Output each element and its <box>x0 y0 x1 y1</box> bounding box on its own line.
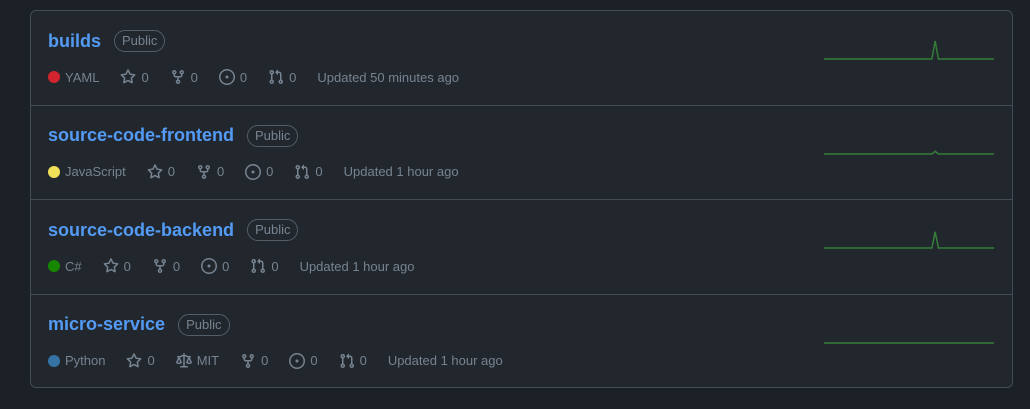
activity-sparkline-line <box>824 149 994 155</box>
activity-sparkline <box>824 40 994 60</box>
visibility-badge: Public <box>178 313 230 336</box>
repo-list-item: micro-service Public Python 0 MIT 0 0 0 … <box>31 295 1012 390</box>
visibility-badge: Public <box>114 30 166 52</box>
stars-count: 0 <box>167 164 175 179</box>
repo-name-link[interactable]: source-code-backend <box>48 220 234 241</box>
pull-requests-link[interactable]: 0 <box>294 164 323 180</box>
repo-meta-row: JavaScript 0 0 0 0 Updated 1 hour ago <box>48 162 480 182</box>
issue-opened-icon <box>289 352 306 369</box>
git-pull-request-icon <box>295 164 310 179</box>
license-label: MIT <box>196 353 220 368</box>
updated-timestamp: Updated 50 minutes ago <box>317 69 460 85</box>
fork-icon <box>197 164 210 179</box>
repo-meta-row: YAML 0 0 0 0 Updated 50 minutes ago <box>48 67 480 87</box>
updated-timestamp: Updated 1 hour ago <box>299 258 415 274</box>
repo-name-row: builds Public <box>48 29 166 53</box>
star-icon <box>147 163 163 178</box>
language: C# <box>48 259 82 274</box>
language: YAML <box>48 70 99 85</box>
star-icon <box>121 69 136 84</box>
issues-link[interactable]: 0 <box>289 352 318 369</box>
updated-timestamp: Updated 1 hour ago <box>343 164 459 179</box>
visibility-badge: Public <box>247 219 299 241</box>
issues-link[interactable]: 0 <box>201 258 229 274</box>
forks-count: 0 <box>216 164 225 179</box>
stars-link[interactable]: 0 <box>147 163 175 180</box>
repo-name-row: micro-service Public <box>48 313 230 337</box>
forks-link[interactable]: 0 <box>170 69 198 85</box>
repo-name-row: source-code-backend Public <box>48 218 299 242</box>
fork-icon <box>242 353 255 368</box>
issues-count: 0 <box>222 258 230 274</box>
issue-opened-icon <box>245 163 262 180</box>
fork-icon <box>171 70 184 85</box>
pull-requests-count: 0 <box>271 258 279 274</box>
repo-list-item: source-code-frontend Public JavaScript 0… <box>31 106 1012 200</box>
forks-count: 0 <box>190 69 198 85</box>
pull-requests-link[interactable]: 0 <box>268 69 296 85</box>
repo-list-item: builds Public YAML 0 0 0 0 Updated 50 mi… <box>31 11 1012 106</box>
repo-list-item: source-code-backend Public C# 0 0 0 0 Up… <box>31 200 1012 295</box>
issue-opened-icon <box>218 69 235 85</box>
activity-sparkline <box>824 341 994 344</box>
pull-requests-count: 0 <box>315 164 323 179</box>
pull-requests-link[interactable]: 0 <box>250 258 279 274</box>
visibility-badge: Public <box>247 124 299 147</box>
language-label: C# <box>65 258 82 274</box>
forks-link[interactable]: 0 <box>196 164 224 180</box>
activity-sparkline <box>824 149 994 155</box>
stars-count: 0 <box>123 258 131 274</box>
forks-link[interactable]: 0 <box>240 353 268 369</box>
repo-meta-row: C# 0 0 0 0 Updated 1 hour ago <box>48 256 436 276</box>
issue-opened-icon <box>201 258 218 274</box>
language-label: JavaScript <box>65 164 126 179</box>
stars-link[interactable]: 0 <box>103 258 131 274</box>
activity-sparkline-line <box>824 40 994 60</box>
activity-sparkline <box>824 231 994 249</box>
language: Python <box>48 353 105 368</box>
forks-link[interactable]: 0 <box>152 258 180 274</box>
issues-count: 0 <box>266 164 274 179</box>
git-pull-request-icon <box>269 69 284 85</box>
forks-count: 0 <box>172 258 181 274</box>
pull-requests-count: 0 <box>289 69 297 85</box>
repo-name-link[interactable]: builds <box>48 31 101 52</box>
forks-count: 0 <box>261 353 269 368</box>
star-icon <box>103 258 119 273</box>
language-color-dot <box>48 165 60 178</box>
issues-count: 0 <box>310 353 318 368</box>
license-link[interactable]: MIT <box>175 352 220 369</box>
repo-name-link[interactable]: micro-service <box>48 314 165 335</box>
star-icon <box>127 352 142 367</box>
pull-requests-link[interactable]: 0 <box>339 353 367 369</box>
git-pull-request-icon <box>251 258 266 274</box>
language-color-dot <box>48 260 60 272</box>
repo-meta-row: Python 0 MIT 0 0 0 Updated 1 hour ago <box>48 351 524 371</box>
fork-icon <box>153 259 166 274</box>
stars-count: 0 <box>141 69 149 85</box>
repo-name-row: source-code-frontend Public <box>48 124 299 148</box>
issues-count: 0 <box>239 69 248 85</box>
language-label: Python <box>65 353 106 368</box>
repository-list: builds Public YAML 0 0 0 0 Updated 50 mi… <box>30 10 1013 388</box>
stars-link[interactable]: 0 <box>120 69 149 85</box>
language: JavaScript <box>48 164 126 179</box>
activity-sparkline-line <box>824 231 994 249</box>
pull-requests-count: 0 <box>359 353 367 368</box>
issues-link[interactable]: 0 <box>245 163 274 180</box>
git-pull-request-icon <box>340 353 354 368</box>
language-color-dot <box>48 354 60 367</box>
issues-link[interactable]: 0 <box>218 69 248 85</box>
repo-name-link[interactable]: source-code-frontend <box>48 125 234 146</box>
language-label: YAML <box>65 69 100 85</box>
stars-count: 0 <box>147 353 155 368</box>
updated-timestamp: Updated 1 hour ago <box>387 353 503 368</box>
language-color-dot <box>48 71 60 83</box>
law-scale-icon <box>175 352 192 367</box>
stars-link[interactable]: 0 <box>126 352 155 369</box>
